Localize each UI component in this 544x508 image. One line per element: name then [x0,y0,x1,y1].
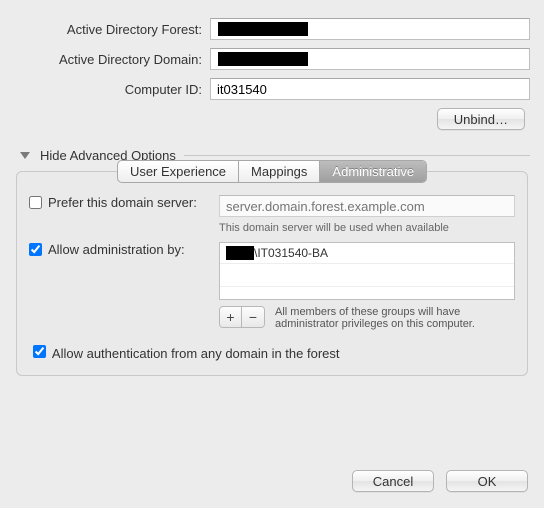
add-button[interactable]: + [220,307,242,327]
list-item[interactable] [220,264,514,287]
prefer-server-checkbox-wrap[interactable]: Prefer this domain server: [29,195,219,210]
prefer-server-hint: This domain server will be used when ava… [219,222,515,234]
list-item[interactable]: \IT031540-BA [220,243,514,264]
allow-auth-checkbox[interactable] [33,345,46,358]
input-computer-id[interactable] [210,78,530,100]
allow-auth-label: Allow authentication from any domain in … [52,346,340,361]
tab-administrative[interactable]: Administrative [320,161,426,182]
allow-admin-label: Allow administration by: [48,242,185,257]
label-ad-forest: Active Directory Forest: [14,22,210,37]
prefer-server-row: Prefer this domain server: This domain s… [29,195,515,234]
ok-button[interactable]: OK [446,470,528,492]
tab-mappings[interactable]: Mappings [239,161,320,182]
list-item-text: \IT031540-BA [254,246,328,260]
admin-groups-note: All members of these groups will have ad… [275,306,515,330]
label-ad-domain: Active Directory Domain: [14,52,210,67]
redacted-domain [226,246,254,260]
allow-auth-checkbox-wrap[interactable]: Allow authentication from any domain in … [29,346,340,361]
directory-utility-pane: Active Directory Forest: /* overlay reda… [0,0,544,508]
remove-button[interactable]: − [242,307,264,327]
prefer-server-input [219,195,515,217]
allow-admin-checkbox-wrap[interactable]: Allow administration by: [29,242,219,257]
allow-admin-checkbox[interactable] [29,243,42,256]
redaction-domain [218,52,308,66]
advanced-options-group: User Experience Mappings Administrative … [16,171,528,376]
disclosure-triangle-icon [20,152,30,159]
tabs: User Experience Mappings Administrative [29,160,515,183]
dialog-buttons: Cancel OK [352,470,528,492]
admin-groups-list[interactable]: \IT031540-BA [219,242,515,300]
unbind-button[interactable]: Unbind… [437,108,525,130]
add-remove-buttons: + − [219,306,265,328]
redaction-forest [218,22,308,36]
row-computer-id: Computer ID: [14,78,530,100]
allow-admin-row: Allow administration by: \IT031540-BA + … [29,242,515,330]
separator [184,155,530,156]
cancel-button[interactable]: Cancel [352,470,434,492]
tab-user-experience[interactable]: User Experience [118,161,239,182]
label-computer-id: Computer ID: [14,82,210,97]
prefer-server-checkbox[interactable] [29,196,42,209]
prefer-server-label: Prefer this domain server: [48,195,197,210]
